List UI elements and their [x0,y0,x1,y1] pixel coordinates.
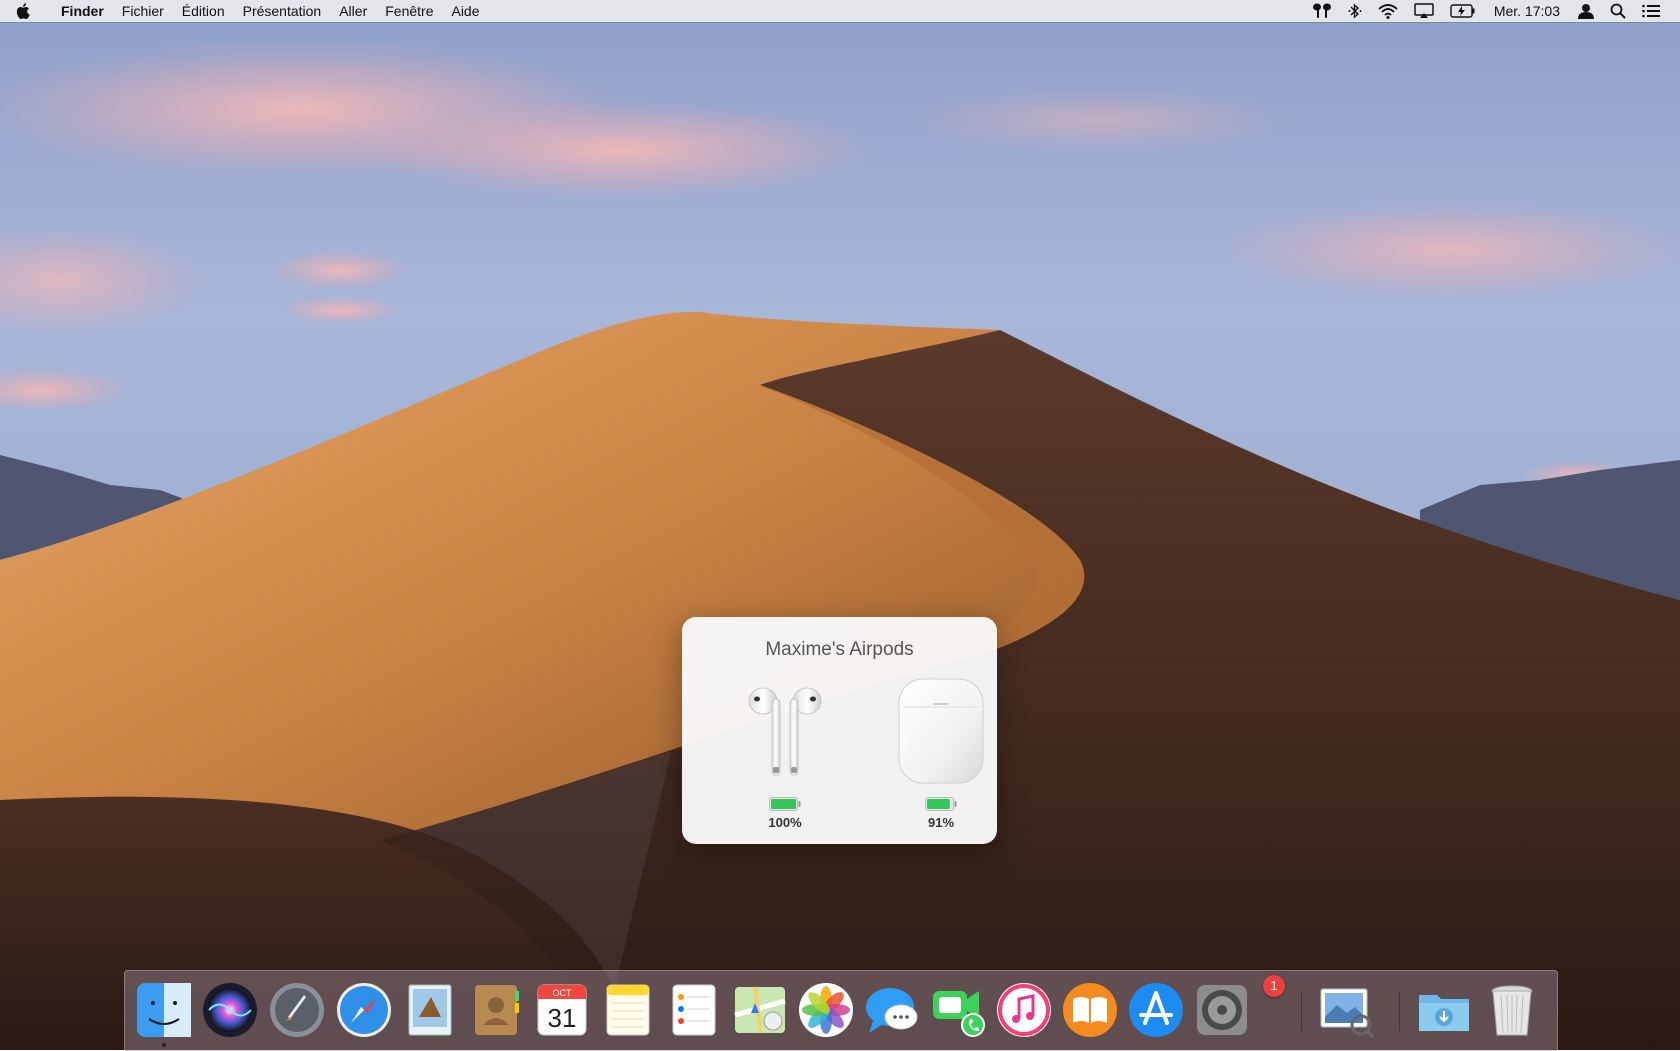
dock-photos-icon[interactable] [797,981,855,1039]
dock-separator [1301,991,1302,1031]
menu-edition[interactable]: Édition [173,0,234,22]
dock-safari-icon[interactable] [335,981,393,1039]
dock-calendar-icon[interactable]: OCT 31 [533,981,591,1039]
dock-maps-icon[interactable] [731,981,789,1039]
dock-contacts-icon[interactable] [467,981,525,1039]
dock-itunes-icon[interactable] [995,981,1053,1039]
menubar-clock[interactable]: Mer. 17:03 [1484,3,1570,19]
airpods-battery-popup: Maxime's Airpods 100% 91% [682,617,997,844]
wifi-icon[interactable] [1370,0,1406,22]
dock-launchpad-icon[interactable] [268,981,326,1039]
airplay-icon[interactable] [1406,0,1442,22]
dock-mail-icon[interactable] [401,981,459,1039]
menu-bar: Finder Fichier Édition Présentation Alle… [0,0,1680,22]
dock: OCT 31 1 [124,970,1558,1051]
calendar-month: OCT [553,988,573,998]
dock-notes-icon[interactable] [599,981,657,1039]
dock-system-preferences-icon[interactable] [1193,981,1251,1039]
notification-center-icon[interactable] [1634,0,1668,22]
dock-downloads-folder-icon[interactable] [1415,981,1473,1039]
menu-presentation[interactable]: Présentation [234,0,331,22]
popup-title: Maxime's Airpods [765,639,914,660]
dock-finder-icon[interactable] [135,981,193,1039]
dock-messages-icon[interactable] [863,981,921,1039]
dock-trash-icon[interactable] [1483,981,1541,1039]
battery-level-icon [769,797,801,811]
menu-finder[interactable]: Finder [52,0,113,22]
airpods-buds: 100% [730,675,840,830]
airpods-buds-icon [730,675,840,787]
menu-aller[interactable]: Aller [330,0,376,22]
airpods-case-icon [886,675,996,787]
spotlight-icon[interactable] [1602,0,1634,22]
finder-running-indicator [162,1043,166,1047]
dock-siri-icon[interactable] [201,981,259,1039]
dock-facetime-icon[interactable] [929,981,987,1039]
airpods-icon[interactable] [1304,0,1340,22]
airpods-buds-battery-percent: 100% [768,815,802,830]
airpods-case-battery-percent: 91% [927,815,955,830]
dock-separator [1399,991,1400,1031]
dock-app-store-icon[interactable] [1127,981,1185,1039]
bluetooth-icon[interactable] [1340,0,1370,22]
dock-preview-icon[interactable] [1317,981,1375,1039]
menu-aide[interactable]: Aide [442,0,488,22]
battery-charging-icon[interactable] [1442,0,1484,22]
battery-level-icon [925,797,957,811]
menu-fichier[interactable]: Fichier [113,0,173,22]
calendar-day: 31 [548,1003,577,1033]
user-icon[interactable] [1570,0,1602,22]
apple-menu-icon[interactable] [16,3,38,19]
desktop-wallpaper [0,0,1680,1050]
airpods-case: 91% [886,675,996,830]
system-preferences-badge: 1 [1263,975,1285,997]
menu-fenetre[interactable]: Fenêtre [376,0,442,22]
dock-reminders-icon[interactable] [665,981,723,1039]
dock-books-icon[interactable] [1061,981,1119,1039]
